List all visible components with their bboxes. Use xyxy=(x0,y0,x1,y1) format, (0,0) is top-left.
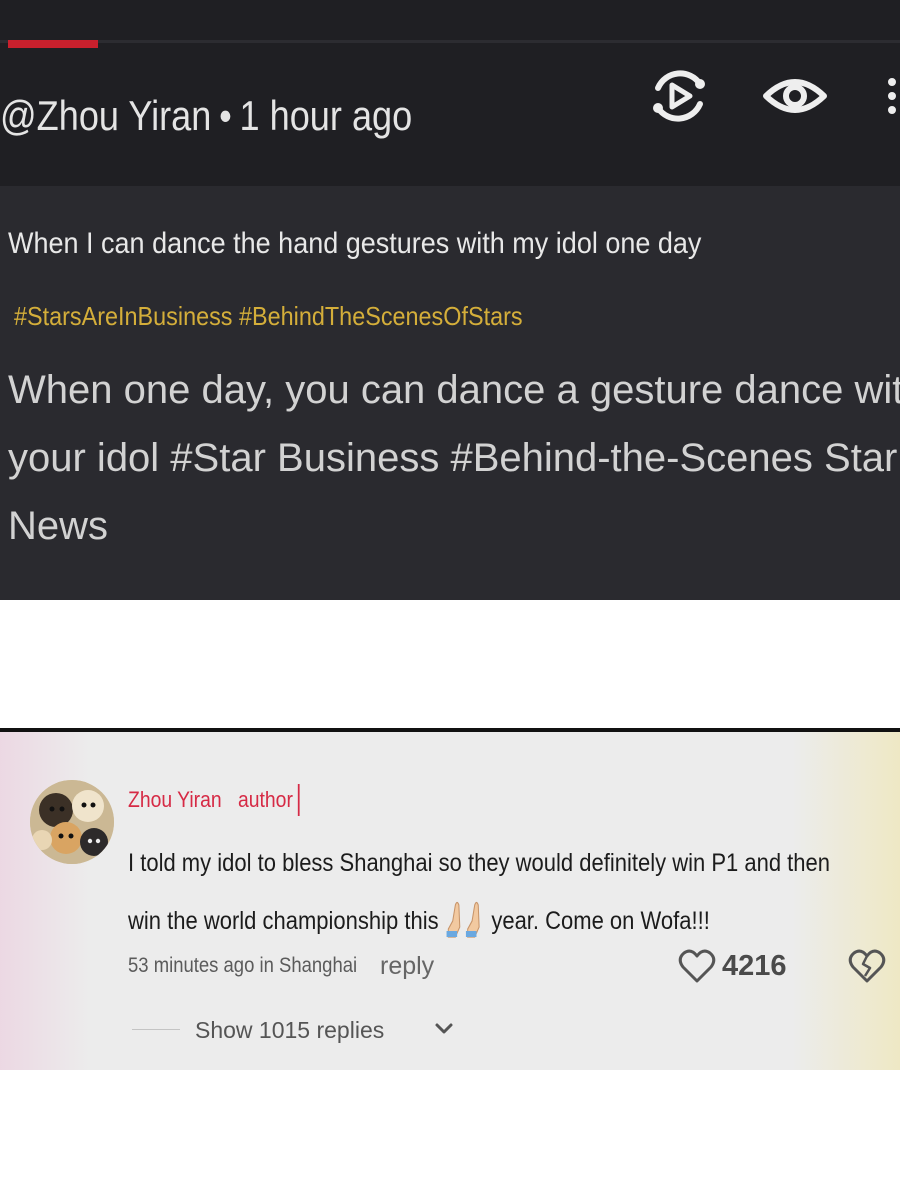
separator: • xyxy=(219,92,232,139)
folded-hands-emoji xyxy=(446,901,480,938)
comment-text-end: year. Come on Wofa!!! xyxy=(491,907,710,935)
avatar[interactable] xyxy=(30,780,114,864)
replies-divider xyxy=(132,1029,180,1030)
post-panel: @Zhou Yiran • 1 hour ago When I can dance … xyxy=(0,0,900,600)
post-translation: When one day, you can dance a gesture da… xyxy=(8,368,900,548)
author-badge: author xyxy=(238,784,300,816)
show-replies-button[interactable]: Show 1015 replies xyxy=(195,1012,384,1048)
broken-heart-icon[interactable] xyxy=(848,948,886,984)
reply-button[interactable]: reply xyxy=(380,948,434,984)
comment-timestamp: 53 minutes ago in Shanghai xyxy=(128,954,358,977)
post-header: @Zhou Yiran • 1 hour ago xyxy=(0,0,900,186)
progress-track xyxy=(0,40,900,43)
comment-author-name[interactable]: Zhou Yiran xyxy=(128,784,222,816)
replay-icon[interactable] xyxy=(648,66,710,126)
comment-panel: Zhou Yiran author I told my idol to bles… xyxy=(0,728,900,1070)
post-author-line: @Zhou Yiran • 1 hour ago xyxy=(0,86,412,146)
heart-icon[interactable] xyxy=(678,948,716,984)
more-vertical-icon[interactable] xyxy=(868,66,900,126)
post-caption: When I can dance the hand gestures with … xyxy=(8,227,702,260)
post-hashtags[interactable]: #StarsAreInBusiness #BehindTheScenesOfSt… xyxy=(14,296,806,336)
eye-icon[interactable] xyxy=(762,66,828,126)
comment-text: I told my idol to bless Shanghai so they… xyxy=(128,834,832,950)
post-time: 1 hour ago xyxy=(239,92,413,139)
progress-fill xyxy=(8,40,98,48)
like-count: 4216 xyxy=(722,950,787,982)
author-handle[interactable]: @Zhou Yiran xyxy=(0,92,211,139)
chevron-down-icon[interactable] xyxy=(434,1022,454,1036)
